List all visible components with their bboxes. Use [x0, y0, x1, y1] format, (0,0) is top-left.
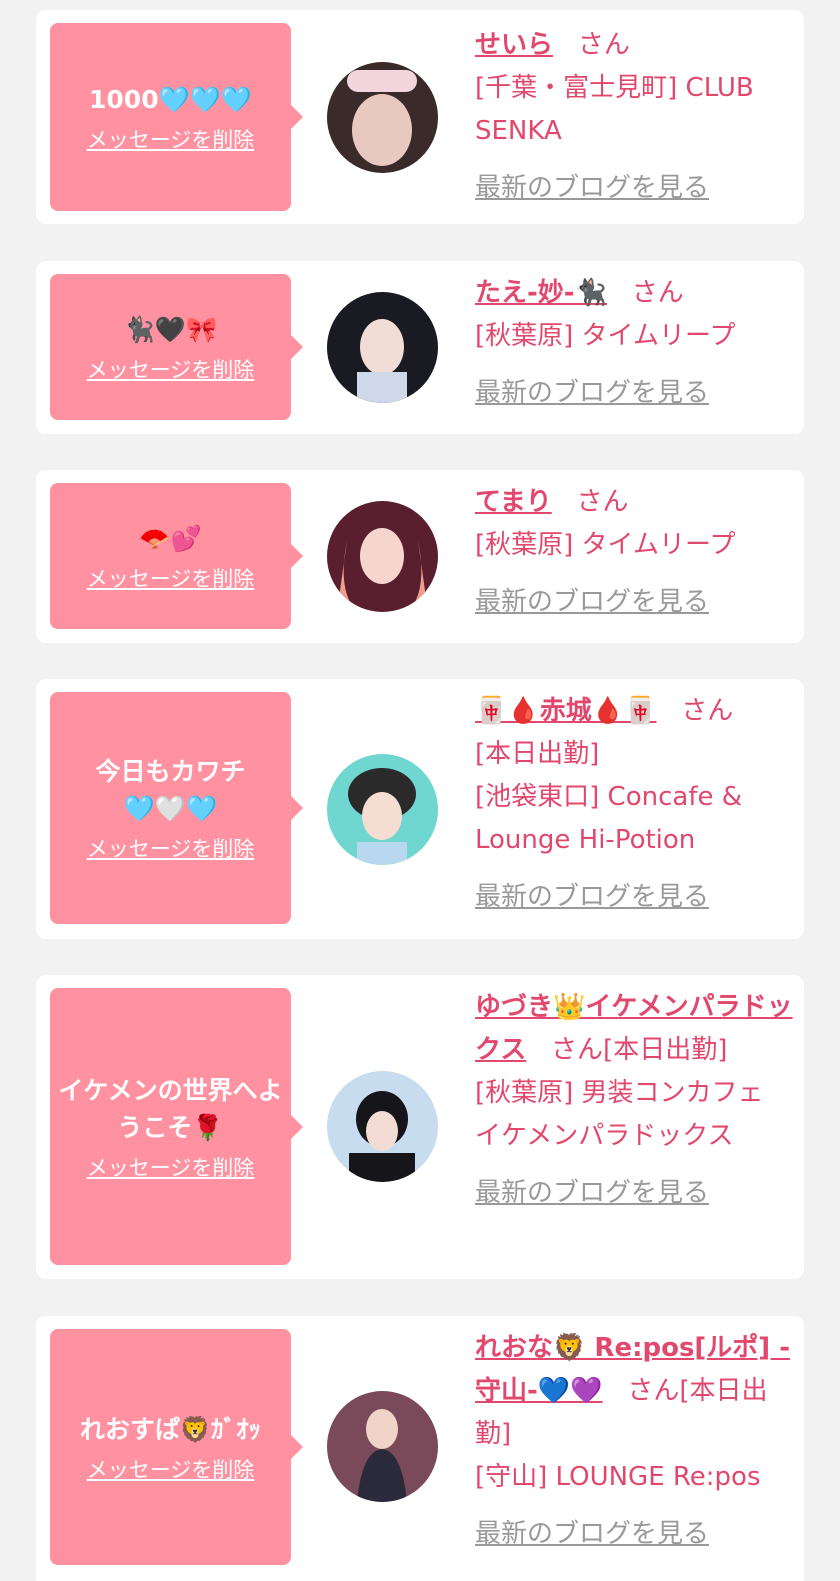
cast-info: せいら さん [千葉・富士見町] CLUB SENKA 最新のブログを見る — [475, 24, 795, 210]
message-text: 🐈‍⬛🖤🎀 — [123, 314, 218, 344]
delete-message-link[interactable]: メッセージを削除 — [87, 124, 255, 154]
shop-line: [千葉・富士見町] CLUB SENKA — [475, 73, 754, 146]
cast-name-link[interactable]: せいら — [475, 30, 553, 60]
favorite-card: れおすぱ🦁ｶﾞｵｯ メッセージを削除 れおな🦁 Re:pos[ルポ] -守山-💙… — [36, 1316, 804, 1581]
shop-line: [守山] LOUNGE Re:pos — [475, 1462, 761, 1492]
favorite-card: 🪭💕 メッセージを削除 てまり さん [秋葉原] タイムリープ 最新のブログを見… — [36, 470, 804, 643]
latest-blog-link[interactable]: 最新のブログを見る — [475, 167, 709, 210]
honorific: さん — [631, 278, 684, 308]
shop-line: [秋葉原] 男装コンカフェ イケメンパラドックス — [475, 1078, 764, 1151]
avatar[interactable] — [327, 62, 438, 173]
message-bubble: 1000🩵🩵🩵 メッセージを削除 — [50, 23, 303, 211]
delete-message-link[interactable]: メッセージを削除 — [87, 1152, 255, 1182]
avatar[interactable] — [327, 501, 438, 612]
latest-blog-link[interactable]: 最新のブログを見る — [475, 1513, 709, 1556]
honorific: さん — [551, 1035, 604, 1065]
status-line: [本日出勤] — [603, 1035, 728, 1065]
latest-blog-link[interactable]: 最新のブログを見る — [475, 581, 709, 624]
message-text: 1000🩵🩵🩵 — [89, 84, 252, 114]
cast-info: れおな🦁 Re:pos[ルポ] -守山-💙💜 さん[本日出勤] [守山] LOU… — [475, 1327, 795, 1556]
favorite-card: 今日もカワチ🩵🤍🩵 メッセージを削除 🀄🩸赤城🩸🀄 さん [本日出勤] [池袋東… — [36, 679, 804, 939]
message-text: れおすぱ🦁ｶﾞｵｯ — [79, 1414, 262, 1444]
honorific: さん — [576, 487, 629, 517]
message-text: 今日もカワチ🩵🤍🩵 — [95, 757, 246, 823]
message-bubble: 今日もカワチ🩵🤍🩵 メッセージを削除 — [50, 692, 303, 924]
latest-blog-link[interactable]: 最新のブログを見る — [475, 876, 709, 919]
delete-message-link[interactable]: メッセージを削除 — [87, 833, 255, 863]
cast-info: 🀄🩸赤城🩸🀄 さん [本日出勤] [池袋東口] Concafe & Lounge… — [475, 690, 795, 919]
message-bubble: 🪭💕 メッセージを削除 — [50, 483, 303, 629]
cast-info: ゆづき👑イケメンパラドックス さん[本日出勤] [秋葉原] 男装コンカフェ イケ… — [475, 986, 795, 1215]
status-line: [本日出勤] — [475, 739, 600, 769]
latest-blog-link[interactable]: 最新のブログを見る — [475, 1172, 709, 1215]
message-bubble: 🐈‍⬛🖤🎀 メッセージを削除 — [50, 274, 303, 420]
avatar[interactable] — [327, 1391, 438, 1502]
avatar[interactable] — [327, 754, 438, 865]
latest-blog-link[interactable]: 最新のブログを見る — [475, 372, 709, 415]
message-text: 🪭💕 — [139, 523, 202, 553]
cast-info: たえ-妙-🐈‍⬛ さん [秋葉原] タイムリープ 最新のブログを見る — [475, 272, 795, 415]
honorific: さん — [681, 696, 734, 726]
shop-line: [秋葉原] タイムリープ — [475, 530, 736, 560]
honorific: さん — [577, 30, 630, 60]
shop-line: [秋葉原] タイムリープ — [475, 321, 736, 351]
cast-name-link[interactable]: 🀄🩸赤城🩸🀄 — [475, 696, 657, 726]
avatar[interactable] — [327, 1071, 438, 1182]
delete-message-link[interactable]: メッセージを削除 — [87, 1454, 255, 1484]
favorite-card: 1000🩵🩵🩵 メッセージを削除 せいら さん [千葉・富士見町] CLUB S… — [36, 10, 804, 224]
delete-message-link[interactable]: メッセージを削除 — [87, 354, 255, 384]
favorite-card: イケメンの世界へようこそ🌹 メッセージを削除 ゆづき👑イケメンパラドックス さん… — [36, 975, 804, 1279]
avatar[interactable] — [327, 292, 438, 403]
message-bubble: れおすぱ🦁ｶﾞｵｯ メッセージを削除 — [50, 1329, 303, 1565]
cast-name-link[interactable]: たえ-妙-🐈‍⬛ — [475, 278, 607, 308]
shop-line: [池袋東口] Concafe & Lounge Hi-Potion — [475, 782, 743, 855]
cast-name-link[interactable]: てまり — [475, 487, 552, 517]
message-bubble: イケメンの世界へようこそ🌹 メッセージを削除 — [50, 988, 303, 1265]
favorite-card: 🐈‍⬛🖤🎀 メッセージを削除 たえ-妙-🐈‍⬛ さん [秋葉原] タイムリープ … — [36, 261, 804, 434]
message-text: イケメンの世界へようこそ🌹 — [58, 1075, 283, 1142]
delete-message-link[interactable]: メッセージを削除 — [87, 563, 255, 593]
honorific: さん — [627, 1376, 680, 1406]
cast-info: てまり さん [秋葉原] タイムリープ 最新のブログを見る — [475, 481, 795, 624]
